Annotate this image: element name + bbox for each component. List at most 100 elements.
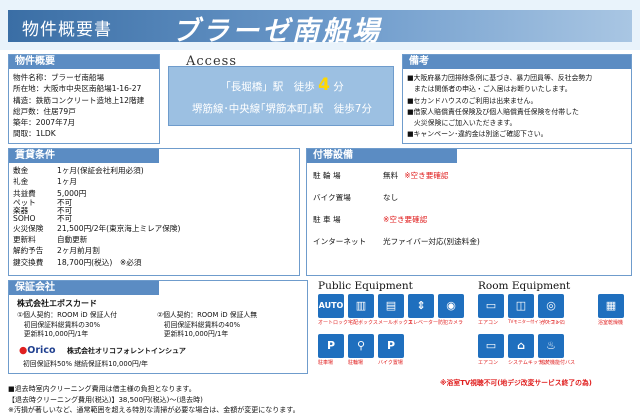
security-camera-icon: ◉: [438, 294, 464, 318]
rent-value: 2ヶ月前月割: [57, 246, 100, 256]
rent-label: 更新料: [13, 235, 36, 245]
access-minutes: 4: [318, 75, 330, 95]
guarantee-section: 保証会社 株式会社エポスカード ①個人契約：ROOM iD 保証人付 初回保証料…: [8, 280, 308, 374]
access-line-2: 堺筋線･中央線｢堺筋本町｣駅 徒歩7分: [192, 103, 372, 115]
facility-value: なし: [383, 193, 399, 202]
overview-line: 築年：2007年7月: [13, 118, 76, 128]
rent-row: 楽器 不可: [13, 206, 295, 215]
icon-caption: 宅配ボックス: [348, 320, 378, 326]
facility-note: ※空き要確認: [383, 215, 428, 224]
orico-logo-text: Orico: [27, 345, 56, 356]
notes-title: 備考: [403, 55, 631, 69]
rent-row: 敷金 1ヶ月(保証会社利用必須): [13, 165, 295, 176]
icon-caption: エアコン: [478, 360, 499, 366]
icon-caption: オートロック: [318, 320, 349, 326]
icon-caption: 追焚機能付バス: [540, 360, 576, 366]
room-equipment-title: Room Equipment: [478, 280, 571, 292]
reheating-bath-icon: ♨: [538, 334, 564, 358]
facility-note: ※空き要確認: [404, 171, 449, 180]
autolock-icon: AUTO: [318, 294, 344, 318]
document-subtitle: 物件概要書: [22, 20, 112, 40]
air-conditioner-icon: ▭: [478, 294, 504, 318]
bicycle-icon: ⚲: [348, 334, 374, 358]
note-line: ■大阪府暴力団排除条例に基づき、暴力団員等、反社会勢力: [407, 74, 593, 82]
rent-row: SOHO 不可: [13, 213, 295, 223]
facility-row: 駐 車 場 ※空き要確認: [313, 209, 625, 231]
footer-notes: ■退去時室内クリーニング費用は借主様の負担となります。 【退去時クリーニング費用…: [8, 384, 448, 416]
rent-section: 賃貸条件 敷金 1ヶ月(保証会社利用必須) 礼金 1ヶ月 共益費 5,000円 ペット…: [8, 148, 300, 276]
system-kitchen-icon: ⌂: [508, 334, 534, 358]
guarantee-plan-2: ②個人契約：ROOM iD 保証人無 初回保証料総賃料の40% 更新料10,00…: [157, 311, 257, 340]
rent-row: 共益費 5,000円: [13, 188, 295, 199]
rent-value: 1ヶ月: [57, 177, 78, 187]
icon-caption: 駐輪場: [348, 360, 364, 366]
note-line: ■借家人賠償責任保険及び個人賠償責任保険を付帯した: [407, 107, 579, 116]
rent-value: 不可: [57, 213, 73, 223]
overview-line: 所在地：大阪市中央区南船場1-16-27: [13, 84, 142, 94]
public-equipment-grid: AUTO ▥ ▤ ⇕ ◉ オートロック 宅配ボックス メールボックス エレベータ…: [318, 294, 468, 370]
facilities-section: 付帯設備 駐 輪 場 無料 ※空き要確認 バイク置場 なし 駐 車 場 ※空き要確認 イ…: [306, 148, 632, 276]
plan-line: ①個人契約：ROOM iD 保証人付: [17, 311, 117, 319]
bike-parking-icon: P: [378, 334, 404, 358]
rent-row: 鍵交換費 18,700円(税込) ※必須: [13, 257, 295, 268]
facility-label: インターネット: [313, 237, 367, 246]
rent-label: 解約予告: [13, 246, 44, 256]
icon-caption: エアコン: [478, 320, 499, 326]
guarantee-title: 保証会社: [9, 281, 159, 295]
icon-caption: エレベーター: [408, 320, 439, 326]
rent-value: 自動更新: [57, 235, 88, 245]
notes-section: 備考 ■大阪府暴力団排除条例に基づき、暴力団員等、反社会勢力 または関係者の申込…: [402, 54, 632, 144]
elevator-icon: ⇕: [408, 294, 434, 318]
rent-value: 18,700円(税込) ※必須: [57, 257, 142, 267]
plan-line: 初回保証料総賃料の30%: [17, 320, 101, 329]
overview-line: 構造：鉄筋コンクリート造地上12階建: [13, 95, 145, 105]
rent-row: 解約予告 2ヶ月前月割: [13, 245, 295, 256]
property-name: ブラーゼ南船場: [172, 16, 382, 47]
rent-value: 5,000円: [57, 188, 87, 198]
facility-label: バイク置場: [313, 193, 351, 202]
plan-line: 初回保証料総賃料の40%: [157, 320, 241, 329]
rent-value: 21,500円/2年(東京海上ミレア保険): [57, 223, 181, 233]
access-unit: 分: [333, 81, 344, 93]
facilities-title: 付帯設備: [307, 149, 457, 163]
note-line: 火災保険にご加入いただきます。: [407, 119, 517, 128]
facility-row: 駐 輪 場 無料 ※空き要確認: [313, 165, 625, 187]
overview-title: 物件概要: [9, 55, 159, 69]
access-station-1: 「長堀橋」駅 徒歩: [220, 81, 315, 93]
plan-line: 更新料10,000円/1年: [17, 330, 89, 338]
public-equipment-title: Public Equipment: [318, 280, 413, 292]
facilities-table: 駐 輪 場 無料 ※空き要確認 バイク置場 なし 駐 車 場 ※空き要確認 インターネッ…: [307, 163, 631, 255]
footer-line: ※汚損が著しいなど、通常範囲を超える特別な清掃が必要な場合は、金額が変更になりま…: [8, 406, 300, 414]
tv-monitor-icon: ◫: [508, 294, 534, 318]
rent-label: 火災保険: [13, 223, 44, 233]
icon-caption: ガスコンロ: [540, 320, 566, 326]
rent-label: 敷金: [13, 166, 29, 175]
access-line-1: 「長堀橋」駅 徒歩 4 分: [169, 75, 395, 95]
icon-caption: バイク置場: [378, 360, 403, 366]
gas-stove-icon: ◎: [538, 294, 564, 318]
guarantee-company-1: 株式会社エポスカード: [17, 299, 97, 308]
plan-line: ②個人契約：ROOM iD 保証人無: [157, 311, 257, 319]
facility-label: 駐 輪 場: [313, 171, 341, 180]
parking-icon: P: [318, 334, 344, 358]
plan-line: 更新料10,000円/1年: [157, 330, 229, 338]
rent-row: ペット 不可: [13, 198, 295, 207]
mailbox-icon: ▤: [378, 294, 404, 318]
rent-label: 礼金: [13, 177, 29, 187]
rent-row: 更新料 自動更新: [13, 234, 295, 245]
overview-body: 物件名称：ブラーゼ南船場 所在地：大阪市中央区南船場1-16-27 構造：鉄筋コ…: [9, 69, 159, 143]
guarantee-company-2: 株式会社オリコフォレントインシュア: [67, 347, 186, 355]
overview-line: 間取：1LDK: [13, 129, 56, 139]
facility-row: インターネット 光ファイバー対応(別途料金): [313, 231, 625, 253]
rent-value: 1ヶ月(保証会社利用必須): [57, 166, 144, 175]
rent-label: SOHO: [13, 213, 36, 223]
note-line: または関係者の申込・ご入居はお断りいたします。: [407, 85, 572, 94]
note-line: ■キャンペーン･違約金は別途ご確認下さい。: [407, 130, 548, 139]
facility-row: バイク置場 なし: [313, 187, 625, 209]
icon-caption: 駐車場: [318, 360, 334, 366]
access-box: 「長堀橋」駅 徒歩 4 分 堺筋線･中央線｢堺筋本町｣駅 徒歩7分: [168, 66, 394, 126]
bath-dryer-icon: ▦: [598, 294, 624, 318]
icon-caption: 防犯カメラ: [438, 320, 464, 326]
rent-title: 賃貸条件: [9, 149, 159, 163]
equipment-note: ※浴室TV視聴不可(地デジ改変サービス終了の為): [440, 379, 592, 387]
